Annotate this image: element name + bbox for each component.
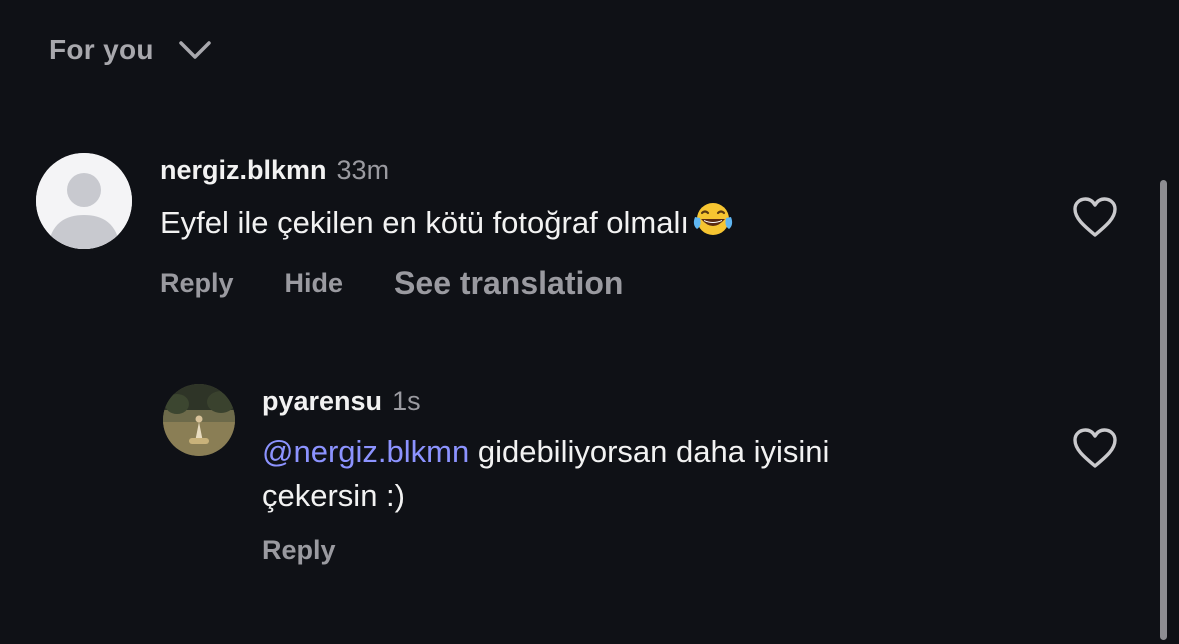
reply-button[interactable]: Reply [262, 535, 336, 566]
reply-text: @nergiz.blkmn gidebiliyorsan daha iyisin… [262, 430, 829, 518]
reply-text-content: gidebiliyorsan daha iyisini [469, 434, 830, 469]
reply-button[interactable]: Reply [160, 268, 234, 299]
user-photo-avatar[interactable] [163, 384, 235, 456]
reply-username[interactable]: pyarensu [262, 386, 382, 417]
reply-comment: pyarensu 1s @nergiz.blkmn gidebiliyorsan… [0, 0, 1179, 644]
feed-selector[interactable]: For you [49, 30, 212, 70]
feed-title: For you [49, 34, 154, 65]
default-avatar-icon[interactable] [36, 153, 132, 249]
see-translation-button[interactable]: See translation [394, 265, 623, 302]
comment-timestamp: 33m [336, 155, 390, 185]
reply-text-line-1: @nergiz.blkmn gidebiliyorsan daha iyisin… [262, 430, 829, 474]
heart-icon[interactable] [1071, 426, 1119, 470]
comment-username[interactable]: nergiz.blkmn [160, 155, 327, 186]
reply-text-line-2: çekersin :) [262, 478, 405, 513]
chevron-down-icon [179, 41, 211, 59]
laughing-tears-emoji-icon [693, 203, 733, 235]
mention-link[interactable]: @nergiz.blkmn [262, 434, 469, 469]
hide-button[interactable]: Hide [285, 268, 344, 299]
reply-timestamp: 1s [392, 386, 421, 416]
comment-text-content: Eyfel ile çekilen en kötü fotoğraf olmal… [160, 205, 689, 240]
scrollbar[interactable] [1160, 180, 1167, 640]
comment: nergiz.blkmn 33m Eyfel ile çekilen en kö… [0, 0, 1179, 644]
comment-text: Eyfel ile çekilen en kötü fotoğraf olmal… [160, 199, 735, 241]
heart-icon[interactable] [1071, 195, 1119, 239]
